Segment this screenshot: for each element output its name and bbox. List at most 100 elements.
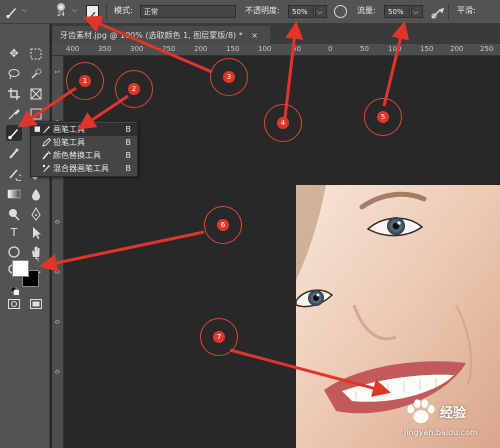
ruler-tick: 200 (194, 45, 208, 53)
pen-tool-icon[interactable] (28, 206, 44, 222)
vertical-ruler: 1 0 0 0 0 0 0 (52, 56, 64, 448)
quick-select-tool-icon[interactable] (28, 66, 44, 82)
quick-mask-icon[interactable] (6, 296, 22, 312)
flyout-item-pencil[interactable]: 铅笔工具 B (31, 136, 137, 149)
annotation-number: 1 (79, 75, 91, 87)
flyout-item-shortcut: B (125, 125, 132, 134)
flyout-item-label: 混合器画笔工具 (53, 164, 109, 173)
history-brush-tool-icon[interactable] (6, 166, 23, 182)
baidu-paw-logo-icon (407, 399, 435, 424)
ruler-tick: 250 (480, 45, 494, 53)
annotation-marker-4: 4 (264, 104, 302, 142)
smoothing-label: 平滑: (457, 6, 476, 15)
ruler-tick: 100 (388, 45, 402, 53)
ruler-tick: 200 (450, 45, 464, 53)
annotation-marker-2: 2 (115, 70, 153, 108)
annotation-marker-7: 7 (200, 318, 238, 356)
flyout-item-label: 铅笔工具 (53, 138, 85, 147)
brush-panel-icon[interactable] (86, 5, 99, 20)
mode-select[interactable]: 正常 (140, 5, 236, 18)
document-tab[interactable]: 牙齿素材.jpg @ 100% (选取颜色 1, 图层蒙版/8) * × (52, 26, 270, 44)
gradient-tool-icon[interactable] (6, 186, 22, 202)
crop-tool-icon[interactable] (6, 86, 22, 102)
flyout-item-mixer-brush[interactable]: 混合器画笔工具 B (31, 162, 137, 175)
annotation-number: 6 (217, 219, 229, 231)
flyout-item-shortcut: B (125, 164, 132, 173)
flow-label: 流量: (357, 6, 376, 15)
watermark: 经验 jingyan.baidu.com (402, 398, 498, 446)
marquee-tool-icon[interactable] (28, 46, 44, 62)
eyedropper-tool-icon[interactable] (6, 106, 22, 122)
opacity-label: 不透明度: (245, 6, 280, 15)
foreground-color-swatch[interactable] (12, 260, 29, 277)
flyout-item-shortcut: B (125, 138, 132, 147)
flyout-item-color-replacement[interactable]: 颜色替换工具 B (31, 149, 137, 162)
brush-tool-icon[interactable] (6, 125, 22, 141)
chevron-down-icon[interactable]: ⌵ (72, 6, 77, 15)
selected-bullet-icon: ■ (34, 125, 41, 133)
airbrush-icon[interactable] (431, 5, 445, 19)
annotation-number: 4 (277, 117, 289, 129)
mode-label: 模式: (114, 6, 133, 15)
blur-tool-icon[interactable] (28, 186, 44, 202)
flyout-item-label: 颜色替换工具 (53, 151, 101, 160)
path-selection-tool-icon[interactable] (28, 225, 44, 241)
type-tool-icon[interactable]: T (6, 225, 22, 241)
brush-tool-preset-icon[interactable] (4, 4, 20, 20)
brush-icon (43, 126, 50, 133)
swap-colors-icon[interactable]: ↰ (34, 256, 42, 264)
flyout-item-brush[interactable]: ■ 画笔工具 B (31, 123, 137, 136)
ruler-tick: 350 (98, 45, 112, 53)
pencil-icon (42, 138, 51, 147)
screen-mode-icon[interactable] (28, 296, 44, 312)
brush-size-value: 24 (57, 11, 65, 18)
brush-size-preview[interactable]: 24 (54, 2, 68, 18)
ruler-tick: 0 (328, 45, 333, 53)
mixer-brush-icon (42, 164, 50, 172)
ruler-tick: 50 (292, 45, 301, 53)
pressure-opacity-icon[interactable] (334, 5, 347, 18)
annotation-number: 2 (128, 83, 140, 95)
brush-tool-flyout: ■ 画笔工具 B 铅笔工具 B 颜色替换工具 B 混合器画笔工具 B (30, 121, 138, 177)
flyout-item-shortcut: B (125, 151, 132, 160)
ruler-tick: 0 (53, 220, 60, 224)
flow-field[interactable]: 50% (384, 5, 410, 18)
dodge-tool-icon[interactable] (6, 206, 22, 222)
ruler-tick: 150 (420, 45, 434, 53)
frame-tool-icon[interactable] (28, 86, 44, 102)
ruler-tool-icon[interactable] (28, 106, 44, 122)
close-tab-icon[interactable]: × (251, 31, 258, 40)
ruler-tick: 0 (53, 370, 60, 374)
annotation-marker-3: 3 (210, 58, 248, 96)
document-tab-title: 牙齿素材.jpg @ 100% (选取颜色 1, 图层蒙版/8) * (60, 31, 243, 40)
flyout-item-label: 画笔工具 (53, 125, 85, 134)
annotation-number: 3 (223, 71, 235, 83)
options-bar: ⌵ 24 ⌵ 模式: 正常 不透明度: 50% ⌵ 流量: 50% ⌵ 平滑: (0, 0, 500, 24)
ruler-tick: 0 (53, 270, 60, 274)
opacity-field[interactable]: 50% (288, 5, 314, 18)
ruler-tick: 250 (162, 45, 176, 53)
watermark-text: 经验 (440, 406, 467, 421)
ruler-tick: 300 (130, 45, 144, 53)
ruler-tick: 1 (53, 70, 60, 74)
annotation-marker-6: 6 (204, 206, 242, 244)
flow-dropdown[interactable]: ⌵ (411, 5, 423, 18)
ruler-tick: 50 (360, 45, 369, 53)
healing-brush-tool-icon[interactable] (6, 146, 22, 162)
annotation-marker-5: 5 (364, 98, 402, 136)
annotation-number: 7 (213, 331, 225, 343)
default-colors-icon[interactable] (10, 280, 20, 296)
ruler-tick: 150 (226, 45, 240, 53)
color-replacement-icon (42, 151, 51, 160)
move-tool-icon[interactable]: ✥ (6, 46, 22, 62)
opacity-dropdown[interactable]: ⌵ (315, 5, 327, 18)
horizontal-ruler: 400 350 300 250 200 150 100 50 0 50 100 … (52, 44, 500, 56)
ruler-tick: 100 (258, 45, 272, 53)
chevron-down-icon[interactable]: ⌵ (22, 6, 27, 15)
ellipse-tool-icon[interactable] (6, 244, 22, 260)
ruler-tick: 0 (53, 320, 60, 324)
watermark-url: jingyan.baidu.com (404, 428, 478, 437)
ruler-tick: 400 (66, 45, 80, 53)
tools-panel: ✥ T ↰ (0, 24, 50, 448)
lasso-tool-icon[interactable] (6, 66, 22, 82)
